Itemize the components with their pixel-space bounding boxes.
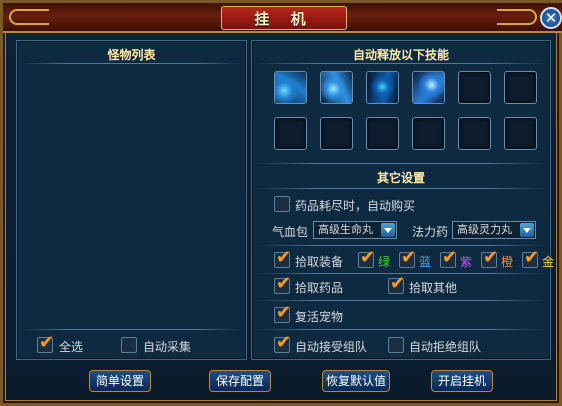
check-icon: ✔ — [442, 247, 458, 268]
empty-skill-slot[interactable] — [320, 117, 353, 150]
divider — [23, 63, 240, 64]
skill-slot-1[interactable] — [274, 71, 307, 104]
divider — [258, 245, 544, 246]
empty-skill-slot[interactable] — [412, 117, 445, 150]
mp-potion-value: 高级灵力丸 — [457, 223, 512, 236]
empty-skill-slot[interactable] — [504, 71, 537, 104]
quality-label: 橙 — [501, 255, 514, 269]
skill-icon — [321, 72, 352, 103]
other-settings-title: 其它设置 — [376, 171, 425, 185]
mp-potion-select[interactable]: 高级灵力丸 — [452, 221, 536, 239]
skill-icon — [275, 72, 306, 103]
quality-checkbox[interactable]: ✔ — [440, 247, 458, 268]
empty-skill-slot[interactable] — [458, 117, 491, 150]
revive-pet-label: 复活宠物 — [295, 310, 344, 324]
skill-icon — [413, 72, 444, 103]
check-icon: ✔ — [276, 273, 292, 294]
auto-hunt-window: 挂 机 ✕ 怪物列表 ✔ 全选 自动采集 自动释放以下技能 其它设置 药品耗尽时… — [0, 0, 562, 406]
ornament-left — [9, 9, 49, 25]
check-icon: ✔ — [390, 273, 406, 294]
divider — [258, 300, 544, 301]
skill-slot-3[interactable] — [366, 71, 399, 104]
check-icon: ✔ — [39, 332, 55, 353]
pick-equip-label: 拾取装备 — [295, 255, 344, 269]
simple-settings-button[interactable]: 简单设置 — [89, 370, 151, 392]
select-all-label: 全选 — [59, 340, 84, 354]
chevron-down-icon — [520, 223, 534, 237]
restore-defaults-button[interactable]: 恢复默认值 — [322, 370, 390, 392]
check-icon: ✔ — [524, 247, 540, 268]
check-icon: ✔ — [483, 247, 499, 268]
save-config-button[interactable]: 保存配置 — [209, 370, 271, 392]
pick-other-checkbox[interactable]: ✔ — [388, 273, 406, 294]
monster-list-panel: 怪物列表 ✔ 全选 自动采集 — [16, 40, 247, 360]
auto-accept-team-checkbox[interactable]: ✔ — [274, 332, 292, 353]
check-icon: ✔ — [360, 247, 376, 268]
close-icon[interactable]: ✕ — [540, 7, 562, 29]
quality-label: 金 — [542, 255, 555, 269]
mp-label: 法力药 — [412, 225, 449, 239]
auto-buy-label: 药品耗尽时，自动购买 — [295, 199, 416, 213]
check-icon: ✔ — [276, 247, 292, 268]
quality-checkbox[interactable]: ✔ — [522, 247, 540, 268]
auto-reject-team-label: 自动拒绝组队 — [409, 340, 482, 354]
window-title: 挂 机 — [221, 6, 347, 30]
chevron-down-icon — [381, 223, 395, 237]
check-icon: ✔ — [401, 247, 417, 268]
skill-icon — [367, 72, 398, 103]
empty-skill-slot[interactable] — [274, 117, 307, 150]
select-all-checkbox[interactable]: ✔ — [37, 332, 55, 353]
hp-potion-value: 高级生命丸 — [318, 223, 373, 236]
quality-checkbox[interactable]: ✔ — [399, 247, 417, 268]
skill-slot-4[interactable] — [412, 71, 445, 104]
monster-list-title: 怪物列表 — [107, 48, 156, 62]
auto-reject-team-checkbox[interactable] — [388, 337, 404, 353]
monster-list[interactable] — [23, 67, 240, 327]
quality-label: 紫 — [460, 255, 473, 269]
empty-skill-slot[interactable] — [458, 71, 491, 104]
pick-equip-checkbox[interactable]: ✔ — [274, 247, 292, 268]
pick-potion-label: 拾取药品 — [295, 281, 344, 295]
auto-buy-checkbox[interactable] — [274, 196, 290, 212]
start-auto-hunt-button[interactable]: 开启挂机 — [431, 370, 493, 392]
pick-other-label: 拾取其他 — [409, 281, 458, 295]
empty-skill-slot[interactable] — [504, 117, 537, 150]
auto-accept-team-label: 自动接受组队 — [295, 340, 368, 354]
pick-potion-checkbox[interactable]: ✔ — [274, 273, 292, 294]
quality-checkbox[interactable]: ✔ — [358, 247, 376, 268]
settings-panel: 自动释放以下技能 其它设置 药品耗尽时，自动购买 气血包 高级生命丸 法力药 高… — [251, 40, 555, 360]
skills-title: 自动释放以下技能 — [352, 48, 449, 62]
divider — [258, 188, 544, 189]
hp-potion-select[interactable]: 高级生命丸 — [313, 221, 397, 239]
quality-label: 蓝 — [419, 255, 432, 269]
divider — [258, 163, 544, 164]
check-icon: ✔ — [276, 332, 292, 353]
divider — [258, 63, 544, 64]
revive-pet-checkbox[interactable]: ✔ — [274, 302, 292, 323]
title-bar[interactable]: 挂 机 ✕ — [3, 3, 562, 33]
divider — [258, 329, 544, 330]
quality-label: 绿 — [378, 255, 391, 269]
divider — [23, 329, 240, 330]
hp-label: 气血包 — [272, 225, 309, 239]
auto-collect-label: 自动采集 — [143, 340, 192, 354]
check-icon: ✔ — [276, 302, 292, 323]
auto-collect-checkbox[interactable] — [121, 337, 137, 353]
skill-slot-2[interactable] — [320, 71, 353, 104]
ornament-right — [497, 9, 537, 25]
empty-skill-slot[interactable] — [366, 117, 399, 150]
quality-checkbox[interactable]: ✔ — [481, 247, 499, 268]
